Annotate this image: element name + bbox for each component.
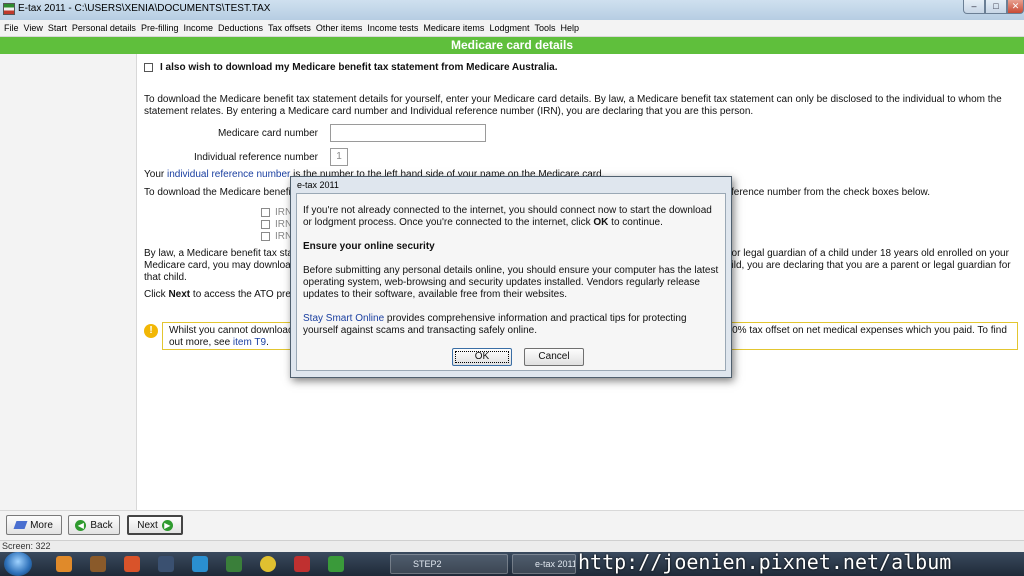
app-icon — [3, 3, 15, 15]
taskbar-task-etax[interactable]: e-tax 2011 — [512, 554, 576, 574]
menu-file[interactable]: File — [4, 23, 19, 33]
back-button[interactable]: ◀ Back — [68, 515, 120, 535]
info-link-t9[interactable]: item T9 — [233, 337, 266, 348]
dialog-connect-text: If you're not already connected to the i… — [303, 205, 721, 229]
start-button[interactable] — [4, 552, 32, 576]
menu-income[interactable]: Income — [183, 23, 213, 33]
more-button[interactable]: More — [6, 515, 62, 535]
stay-smart-online-link[interactable]: Stay Smart Online — [303, 313, 384, 324]
menu-other-items[interactable]: Other items — [316, 23, 363, 33]
back-label: Back — [90, 519, 113, 531]
taskbar-app-icon[interactable] — [56, 556, 72, 572]
dialog-title: e-tax 2011 — [297, 180, 339, 190]
ok-button[interactable]: OK — [452, 348, 512, 366]
taskbar-app-icon[interactable] — [260, 556, 276, 572]
dialog-stay-smart-text: Stay Smart Online provides comprehensive… — [303, 313, 721, 337]
irn-help-link[interactable]: individual reference number — [167, 169, 290, 180]
irn-help-prefix: Your — [144, 169, 167, 180]
next-label: Next — [137, 519, 158, 531]
menu-income-tests[interactable]: Income tests — [367, 23, 418, 33]
minimize-button[interactable]: – — [963, 0, 985, 14]
dialog-connect-ok: OK — [593, 217, 609, 228]
menu-lodgment[interactable]: Lodgment — [489, 23, 529, 33]
download-statement-checkbox[interactable] — [144, 63, 153, 72]
click-next-bold: Next — [168, 289, 191, 300]
menu-bar: File View Start Personal details Pre-fil… — [0, 20, 1024, 37]
cancel-button[interactable]: Cancel — [524, 348, 584, 366]
next-button[interactable]: Next ▶ — [127, 515, 183, 535]
more-label: More — [30, 519, 53, 531]
menu-help[interactable]: Help — [560, 23, 579, 33]
download-statement-label[interactable]: I also wish to download my Medicare bene… — [160, 62, 558, 73]
taskbar-app-icon[interactable] — [294, 556, 310, 572]
taskbar-app-icon[interactable] — [124, 556, 140, 572]
irn-option-checkbox[interactable] — [261, 208, 270, 217]
maximize-button[interactable]: □ — [985, 0, 1007, 14]
irn-input[interactable]: 1 — [330, 148, 348, 166]
menu-start[interactable]: Start — [48, 23, 67, 33]
menu-tools[interactable]: Tools — [534, 23, 555, 33]
menu-medicare-items[interactable]: Medicare items — [423, 23, 484, 33]
eraser-icon — [13, 521, 28, 529]
taskbar-app-icon[interactable] — [90, 556, 106, 572]
menu-personal-details[interactable]: Personal details — [72, 23, 136, 33]
click-next-prefix: Click — [144, 289, 169, 300]
dialog-security-heading: Ensure your online security — [303, 241, 435, 252]
left-panel — [0, 54, 137, 510]
close-button[interactable]: ✕ — [1007, 0, 1024, 14]
page-title: Medicare card details — [0, 37, 1024, 54]
taskbar-app-icon[interactable] — [226, 556, 242, 572]
info-end: . — [266, 337, 269, 348]
dialog-updates-text: Before submitting any personal details o… — [303, 265, 719, 300]
card-number-label: Medicare card number — [217, 128, 318, 139]
irn-option-checkbox[interactable] — [261, 232, 270, 241]
status-text: Screen: 322 — [2, 541, 51, 551]
taskbar-app-icon[interactable] — [328, 556, 344, 572]
watermark: http://joenien.pixnet.net/album — [578, 550, 952, 574]
dialog-connect-c: to continue. — [608, 217, 663, 228]
taskbar-task-step2[interactable]: STEP2 — [390, 554, 508, 574]
irn-label: Individual reference number — [194, 152, 318, 163]
menu-tax-offsets[interactable]: Tax offsets — [268, 23, 311, 33]
irn-option-checkbox[interactable] — [261, 220, 270, 229]
next-arrow-icon: ▶ — [161, 519, 173, 531]
menu-view[interactable]: View — [24, 23, 43, 33]
intro-paragraph: To download the Medicare benefit tax sta… — [144, 94, 1002, 117]
info-icon: ! — [144, 324, 158, 338]
back-arrow-icon: ◀ — [75, 519, 87, 531]
taskbar-app-icon[interactable] — [158, 556, 174, 572]
card-number-input[interactable] — [330, 124, 486, 142]
menu-deductions[interactable]: Deductions — [218, 23, 263, 33]
window-title: E-tax 2011 - C:\USERS\XENIA\DOCUMENTS\TE… — [18, 3, 271, 14]
menu-pre-filling[interactable]: Pre-filling — [141, 23, 179, 33]
taskbar-app-icon[interactable] — [192, 556, 208, 572]
